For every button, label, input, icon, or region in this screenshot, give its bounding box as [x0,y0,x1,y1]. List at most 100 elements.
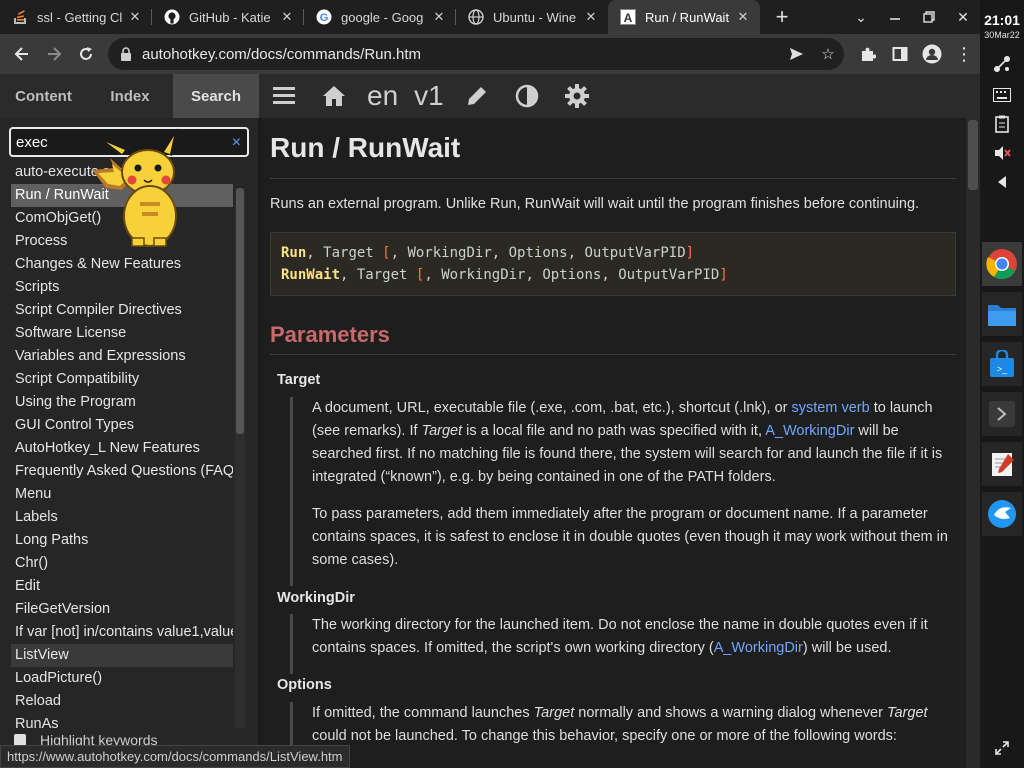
system-verb-link[interactable]: system verb [792,400,870,416]
list-item[interactable]: Edit [11,575,233,598]
browser-tab[interactable]: Ubuntu - Wine ✕ [456,0,608,34]
edit-pencil-icon[interactable] [452,74,502,118]
syntax-block: Run, Target [, WorkingDir, Options, Outp… [270,232,956,296]
list-item[interactable]: Using the Program [11,391,233,414]
close-tab-icon[interactable]: ✕ [734,8,752,26]
syntax-optional-args: WorkingDir, Options, OutputVarPID [407,245,686,261]
profile-avatar-icon[interactable] [916,38,948,70]
list-item[interactable]: Script Compatibility [11,368,233,391]
clear-search-icon[interactable]: × [232,134,241,152]
syntax-optional-args: WorkingDir, Options, OutputVarPID [441,267,720,283]
optional-bracket: ] [719,267,728,283]
list-item[interactable]: If var [not] in/contains value1,value [11,621,233,644]
tab-search[interactable]: Search [173,74,259,118]
list-item[interactable]: Reload [11,690,233,713]
version-button[interactable]: v1 [406,74,452,118]
svg-text:A: A [624,11,633,25]
list-item-hovered[interactable]: ListView [11,644,233,667]
a-workingdir-link[interactable]: A_WorkingDir [765,423,854,439]
minimize-icon[interactable] [878,0,912,34]
home-icon[interactable] [309,74,359,118]
italic-text: Target [886,705,928,721]
new-tab-button[interactable]: + [766,0,798,34]
optional-bracket: ] [685,245,695,261]
extensions-puzzle-icon[interactable] [852,38,884,70]
chevron-down-icon[interactable]: ⌄ [844,0,878,34]
list-item[interactable]: LoadPicture() [11,667,233,690]
text-span: is a local file and no path was specifie… [462,423,766,439]
list-item[interactable]: Variables and Expressions [11,345,233,368]
restore-icon[interactable] [912,0,946,34]
address-bar[interactable]: autohotkey.com/docs/commands/Run.htm ☆ [108,38,844,70]
page-title: Run / RunWait [270,132,461,163]
gear-icon[interactable] [552,74,602,118]
tab-title: GitHub - Katie [189,9,271,25]
url-text[interactable]: autohotkey.com/docs/commands/Run.htm [142,46,780,63]
list-item[interactable]: Frequently Asked Questions (FAQ [11,460,233,483]
close-tab-icon[interactable]: ✕ [126,8,144,26]
docs-toolbar: Content Index Search en v1 [0,74,980,118]
forward-arrow-icon[interactable] [38,38,70,70]
lock-icon[interactable] [120,47,134,61]
tab-index[interactable]: Index [87,74,173,118]
list-item[interactable]: Chr() [11,552,233,575]
title-divider [270,178,956,179]
language-button[interactable]: en [359,74,406,118]
close-tab-icon[interactable]: ✕ [278,8,296,26]
send-icon[interactable] [780,38,812,70]
close-window-icon[interactable]: ✕ [946,0,980,34]
list-item[interactable]: Scripts [11,276,233,299]
parameters-heading: Parameters [270,322,390,347]
side-panel-icon[interactable] [884,38,916,70]
back-arrow-icon[interactable] [6,38,38,70]
list-item[interactable]: Software License [11,322,233,345]
terminal-app-icon[interactable] [982,392,1022,436]
list-item[interactable]: Changes & New Features [11,253,233,276]
contrast-icon[interactable] [502,74,552,118]
list-item[interactable]: Script Compiler Directives [11,299,233,322]
text-span: ) will be used. [802,640,892,656]
content-scrollbar-track[interactable] [966,118,980,768]
network-icon[interactable] [992,54,1012,74]
list-item[interactable]: GUI Control Types [11,414,233,437]
browser-tab[interactable]: GitHub - Katie ✕ [152,0,304,34]
optional-bracket: [ [382,245,391,261]
clock-date: 30Mar22 [984,30,1020,40]
list-item[interactable]: Menu [11,483,233,506]
expand-arrows-icon[interactable] [992,738,1012,758]
browser-tab[interactable]: G google - Goog ✕ [304,0,456,34]
text-editor-app-icon[interactable] [982,442,1022,486]
list-item[interactable]: RunAs [11,713,233,731]
syntax-command: RunWait [281,267,341,283]
a-workingdir-link[interactable]: A_WorkingDir [714,640,803,656]
clipboard-icon[interactable] [992,114,1012,134]
results-scrollbar-thumb[interactable] [236,188,244,434]
network-app-icon[interactable] [982,492,1022,536]
collapse-arrow-icon[interactable] [992,172,1012,192]
reload-icon[interactable] [70,38,102,70]
file-manager-app-icon[interactable] [982,292,1022,336]
list-item[interactable]: FileGetVersion [11,598,233,621]
list-item[interactable]: Labels [11,506,233,529]
kebab-menu-icon[interactable]: ⋮ [948,38,980,70]
store-app-icon[interactable]: >_ [982,342,1022,386]
syntax-args: Target [323,245,383,261]
bookmark-star-icon[interactable]: ☆ [812,38,844,70]
volume-muted-icon[interactable] [992,143,1012,163]
hamburger-menu-icon[interactable] [259,74,309,118]
content-scrollbar-thumb[interactable] [968,120,978,190]
tab-title: ssl - Getting Cl [37,9,123,25]
browser-tab-active[interactable]: A Run / RunWait ✕ [608,0,760,34]
clock-time[interactable]: 21:01 [980,12,1024,28]
tab-content[interactable]: Content [0,74,87,118]
chrome-app-icon[interactable] [982,242,1022,286]
close-tab-icon[interactable]: ✕ [582,8,600,26]
text-span: could not be launched. To change this be… [312,728,897,744]
param-name-target: Target [277,372,321,388]
close-tab-icon[interactable]: ✕ [430,8,448,26]
keyboard-icon[interactable] [992,85,1012,105]
list-item[interactable]: AutoHotkey_L New Features [11,437,233,460]
syntax-line: Run, Target [, WorkingDir, Options, Outp… [281,245,695,261]
list-item[interactable]: Long Paths [11,529,233,552]
browser-tab[interactable]: ssl - Getting Cl ✕ [0,0,152,34]
